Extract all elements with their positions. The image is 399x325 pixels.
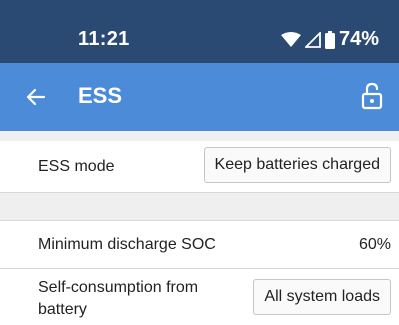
self-consumption-label-line1: Self-consumption from [38, 279, 199, 296]
page-title: ESS [78, 83, 123, 108]
min-discharge-soc-row: Minimum discharge SOC 60% [0, 221, 399, 269]
ess-mode-row: ESS mode Keep batteries charged [0, 141, 399, 193]
self-consumption-button[interactable]: All system loads [253, 279, 391, 315]
arrow-left-icon[interactable] [24, 85, 48, 109]
self-consumption-label-line2: battery [38, 301, 87, 318]
signal-icon [304, 31, 321, 48]
status-bar: 11:21 74% [0, 0, 399, 63]
top-divider [0, 131, 399, 141]
min-discharge-soc-label: Minimum discharge SOC [38, 236, 216, 253]
self-consumption-label: Self-consumption from battery [38, 277, 198, 321]
section-gap [0, 193, 399, 221]
ess-mode-label: ESS mode [38, 158, 115, 175]
min-discharge-soc-value[interactable]: 60% [359, 236, 391, 254]
status-time: 11:21 [78, 28, 130, 50]
ess-mode-button[interactable]: Keep batteries charged [203, 147, 391, 183]
app-bar: ESS [0, 63, 399, 131]
battery-percent: 74% [338, 28, 379, 50]
self-consumption-row: Self-consumption from battery All system… [0, 269, 399, 325]
battery-icon [324, 30, 335, 49]
status-icons: 74% [280, 28, 379, 51]
unlocked-padlock-icon[interactable] [360, 82, 384, 110]
wifi-icon [280, 31, 301, 48]
